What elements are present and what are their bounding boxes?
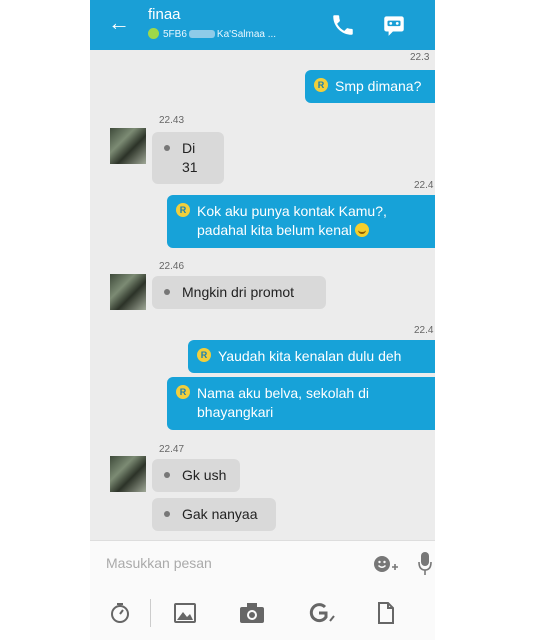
file-icon[interactable]	[374, 601, 398, 625]
read-badge-icon: R	[176, 385, 190, 399]
status-suffix: Ka'Salmaa ...	[216, 29, 277, 40]
message-text: Mngkin dri promot	[182, 284, 295, 300]
outgoing-message[interactable]: R Smp dimana?	[305, 70, 435, 103]
message-input-bar: Masukkan pesan	[90, 540, 435, 586]
google-icon[interactable]	[306, 601, 336, 625]
add-emoji-icon[interactable]	[372, 552, 398, 576]
attachment-toolbar	[90, 585, 435, 640]
message-text: Gak nanyaa	[182, 506, 258, 522]
message-time: 22.43	[159, 115, 185, 126]
message-text: Smp dimana?	[335, 78, 422, 94]
chat-screen: ← finaa 5FB6 Ka'Salmaa ... 22.3 R Smp dim…	[90, 0, 435, 640]
avatar[interactable]	[110, 128, 146, 164]
incoming-message[interactable]: Gak nanyaa	[152, 498, 276, 531]
bullet-icon	[164, 511, 170, 517]
read-badge-icon: R	[314, 78, 328, 92]
message-text: padahal kita belum kenal	[197, 222, 352, 238]
redacted-text	[188, 30, 215, 38]
incoming-message[interactable]: Di 31	[152, 132, 224, 184]
message-time: 22.47	[159, 444, 185, 455]
gallery-icon[interactable]	[173, 601, 197, 625]
read-badge-icon: R	[176, 203, 190, 217]
divider	[150, 599, 151, 627]
microphone-icon[interactable]	[418, 551, 432, 577]
read-badge-icon: R	[197, 348, 211, 362]
smile-status-icon	[148, 28, 159, 39]
back-arrow-icon[interactable]: ←	[108, 12, 130, 34]
outgoing-message[interactable]: R Yaudah kita kenalan dulu deh	[188, 340, 435, 373]
phone-icon[interactable]	[330, 12, 356, 38]
message-text: bhayangkari	[197, 404, 274, 420]
chat-header: ← finaa 5FB6 Ka'Salmaa ...	[90, 0, 435, 50]
message-time: 22.4	[414, 180, 434, 191]
timer-icon[interactable]	[108, 601, 132, 625]
bullet-icon	[164, 145, 170, 151]
contact-name[interactable]: finaa	[148, 6, 181, 23]
message-text: Kok aku punya kontak Kamu?,	[197, 203, 387, 219]
grin-emoji-icon	[354, 223, 369, 237]
message-time: 22.3	[410, 52, 430, 63]
message-time: 22.46	[159, 261, 185, 272]
message-list[interactable]: 22.3 R Smp dimana? 22.43 Di 31 22.4 R Ko…	[90, 50, 435, 540]
contact-status: 5FB6 Ka'Salmaa ...	[148, 28, 276, 40]
outgoing-message[interactable]: R Kok aku punya kontak Kamu?, padahal ki…	[167, 195, 435, 248]
message-text: Nama aku belva, sekolah di	[197, 385, 369, 401]
message-input[interactable]: Masukkan pesan	[106, 555, 212, 571]
incoming-message[interactable]: Mngkin dri promot	[152, 276, 326, 309]
message-text-line: padahal kita belum kenal	[197, 221, 425, 240]
message-text: Yaudah kita kenalan dulu deh	[218, 348, 402, 364]
outgoing-message[interactable]: R Nama aku belva, sekolah di bhayangkari	[167, 377, 435, 430]
message-text: Gk ush	[182, 467, 227, 483]
message-time: 22.4	[414, 325, 434, 336]
incoming-message[interactable]: Gk ush	[152, 459, 240, 492]
message-text: Di 31	[182, 140, 198, 175]
contact-card-icon[interactable]	[381, 12, 407, 38]
camera-icon[interactable]	[238, 601, 266, 625]
bullet-icon	[164, 289, 170, 295]
avatar[interactable]	[110, 274, 146, 310]
avatar[interactable]	[110, 456, 146, 492]
status-prefix: 5FB6	[163, 29, 187, 40]
bullet-icon	[164, 472, 170, 478]
